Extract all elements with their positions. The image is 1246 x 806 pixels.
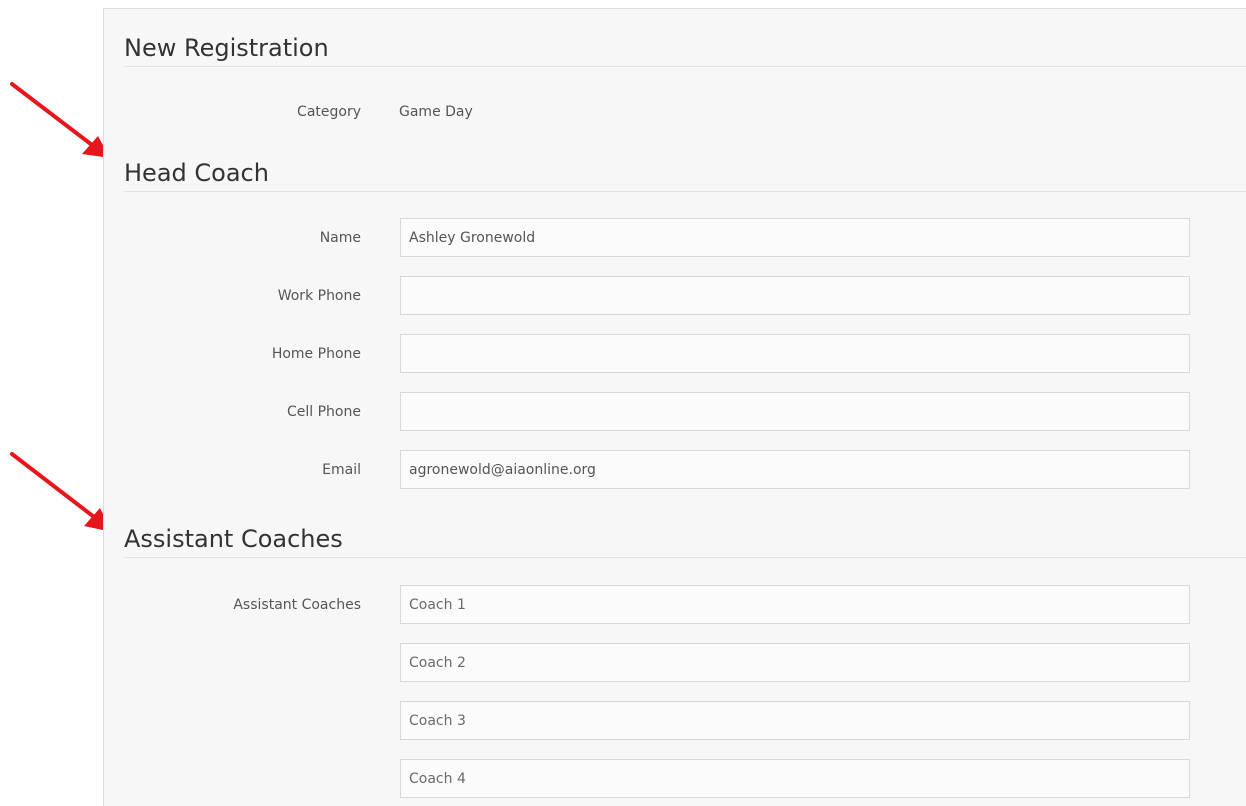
home-phone-field[interactable] [400,334,1190,373]
section-divider [124,66,1246,67]
assistant-coach-1-field[interactable] [400,585,1190,624]
work-phone-field[interactable] [400,276,1190,315]
head-coach-heading: Head Coach [124,159,269,187]
email-field[interactable] [400,450,1190,489]
page-canvas: New Registration Category Game Day Head … [0,0,1246,806]
category-label: Category [297,104,361,120]
email-label: Email [322,462,361,478]
assistant-coaches-label: Assistant Coaches [233,597,361,613]
assistant-coach-3-field[interactable] [400,701,1190,740]
annotation-arrow-head-coach [10,82,110,158]
category-value: Game Day [399,104,473,120]
work-phone-label: Work Phone [277,288,361,304]
page-title: New Registration [124,34,329,62]
section-divider [124,191,1246,192]
registration-form-panel: New Registration Category Game Day Head … [103,8,1246,806]
section-divider [124,557,1246,558]
assistant-coaches-heading: Assistant Coaches [124,525,343,553]
annotation-arrow-assistant-coaches [10,452,112,532]
assistant-coach-2-field[interactable] [400,643,1190,682]
name-field[interactable] [400,218,1190,257]
assistant-coach-4-field[interactable] [400,759,1190,798]
cell-phone-field[interactable] [400,392,1190,431]
home-phone-label: Home Phone [271,346,361,362]
cell-phone-label: Cell Phone [287,404,361,420]
name-label: Name [319,230,361,246]
